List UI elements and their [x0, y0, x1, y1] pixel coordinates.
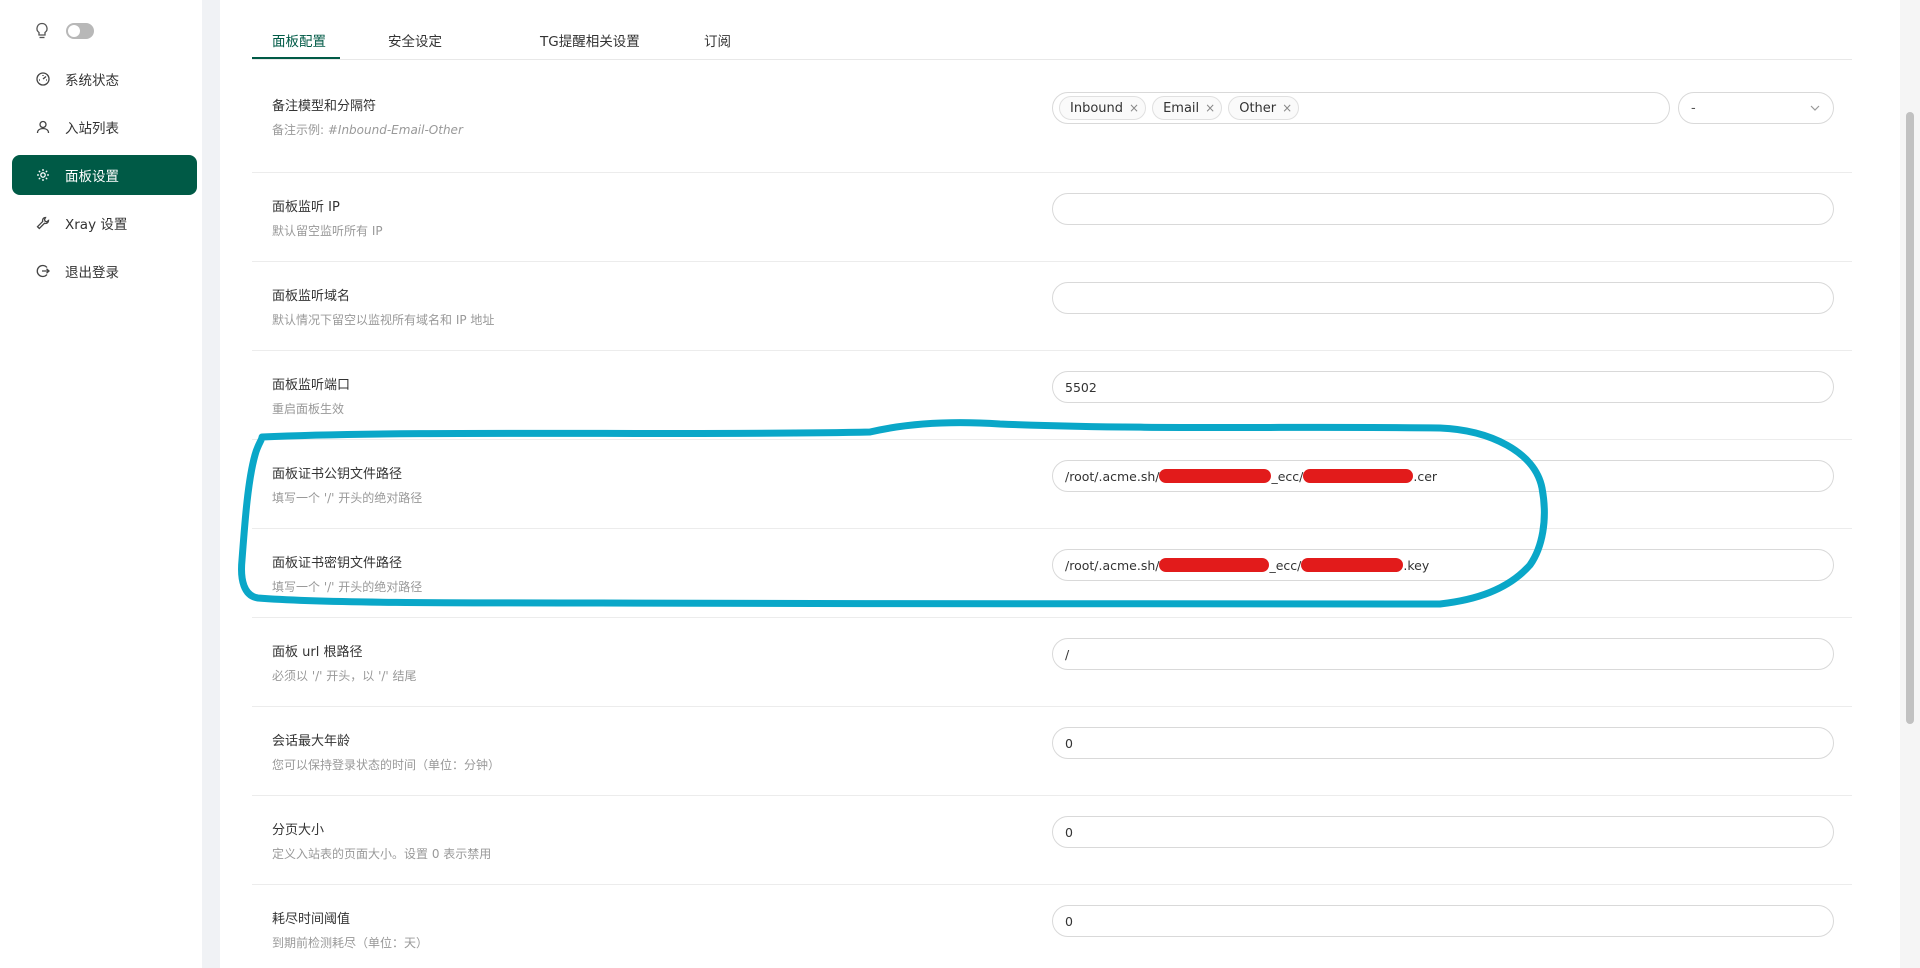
path-suffix: .key	[1403, 557, 1430, 573]
tag-other: Other ×	[1228, 96, 1300, 120]
listen-domain-input[interactable]	[1052, 282, 1834, 314]
tool-icon	[35, 215, 51, 231]
user-icon	[35, 119, 51, 135]
sidebar-item-label: 入站列表	[65, 121, 119, 137]
tag-label: Inbound	[1070, 100, 1124, 116]
sidebar-item-label: 退出登录	[65, 265, 119, 281]
setting-desc: 重启面板生效	[272, 402, 345, 416]
path-suffix: .cer	[1413, 468, 1438, 484]
desc-example: #Inbound-Email-Other	[327, 123, 463, 137]
session-age-input[interactable]: 0	[1052, 727, 1834, 759]
setting-title: 会话最大年龄	[272, 734, 351, 749]
sidebar-item-inbound-list[interactable]: 入站列表	[12, 107, 197, 147]
setting-row-listen-ip: 面板监听 IP 默认留空监听所有 IP	[252, 173, 1852, 262]
settings-list: 备注模型和分隔符 备注示例: #Inbound-Email-Other Inbo…	[252, 60, 1852, 968]
redaction-mark	[1303, 469, 1414, 483]
setting-title: 面板监听 IP	[272, 200, 340, 215]
page-size-input[interactable]: 0	[1052, 816, 1834, 848]
main-panel: 面板配置 安全设定 TG提醒相关设置 订阅 备注模型和分隔符 备注示例: #In…	[220, 0, 1900, 968]
lightbulb-icon[interactable]	[34, 22, 50, 40]
path-prefix: /root/.acme.sh/	[1065, 557, 1160, 573]
tab-telegram[interactable]: TG提醒相关设置	[540, 30, 640, 50]
setting-desc: 备注示例: #Inbound-Email-Other	[272, 121, 463, 138]
desc-prefix: 备注示例:	[272, 123, 328, 137]
setting-row-cert-key: 面板证书密钥文件路径 填写一个 '/' 开头的绝对路径 /root/.acme.…	[252, 529, 1852, 618]
setting-row-listen-domain: 面板监听域名 默认情况下留空以监视所有域名和 IP 地址	[252, 262, 1852, 351]
sidebar-nav: 系统状态 入站列表 面板设置 Xray 设置 退出登录	[12, 59, 197, 299]
port-input[interactable]: 5502	[1052, 371, 1834, 403]
redaction-mark	[1301, 558, 1404, 572]
dashboard-icon	[35, 71, 51, 87]
setting-desc: 填写一个 '/' 开头的绝对路径	[272, 491, 423, 505]
close-icon[interactable]: ×	[1129, 101, 1139, 115]
setting-title: 面板证书密钥文件路径	[272, 556, 403, 571]
setting-desc: 必须以 '/' 开头，以 '/' 结尾	[272, 669, 417, 683]
tab-security[interactable]: 安全设定	[388, 30, 442, 50]
sidebar-item-xray-settings[interactable]: Xray 设置	[12, 203, 197, 243]
tab-subscription[interactable]: 订阅	[704, 30, 731, 50]
separator-value: -	[1691, 100, 1696, 116]
listen-ip-input[interactable]	[1052, 193, 1834, 225]
redaction-mark	[1159, 558, 1270, 572]
setting-desc: 定义入站表的页面大小。设置 0 表示禁用	[272, 847, 492, 861]
setting-title: 面板监听域名	[272, 289, 351, 304]
sidebar-item-logout[interactable]: 退出登录	[12, 251, 197, 291]
setting-desc: 您可以保持登录状态的时间（单位：分钟）	[272, 758, 501, 772]
setting-desc: 默认留空监听所有 IP	[272, 224, 383, 238]
path-mid: _ecc/	[1269, 557, 1302, 573]
settings-tabs: 面板配置 安全设定 TG提醒相关设置 订阅	[252, 0, 1852, 60]
path-prefix: /root/.acme.sh/	[1065, 468, 1160, 484]
tab-panel-config[interactable]: 面板配置	[272, 30, 326, 50]
setting-title: 耗尽时间阈值	[272, 912, 351, 927]
sidebar-item-panel-settings[interactable]: 面板设置	[12, 155, 197, 195]
cert-public-path-input[interactable]: /root/.acme.sh/ _ecc/ .cer	[1052, 460, 1834, 492]
tag-label: Other	[1239, 100, 1277, 116]
close-icon[interactable]: ×	[1205, 101, 1215, 115]
path-mid: _ecc/	[1271, 468, 1304, 484]
url-base-path-input[interactable]: /	[1052, 638, 1834, 670]
scrollbar-thumb[interactable]	[1906, 112, 1914, 724]
setting-row-url-base: 面板 url 根路径 必须以 '/' 开头，以 '/' 结尾 /	[252, 618, 1852, 707]
redaction-mark	[1159, 469, 1272, 483]
sidebar-item-label: 系统状态	[65, 73, 119, 89]
sidebar-item-system-status[interactable]: 系统状态	[12, 59, 197, 99]
setting-row-expire-threshold: 耗尽时间阈值 到期前检测耗尽（单位：天） 0	[252, 885, 1852, 968]
tag-email: Email ×	[1152, 96, 1223, 120]
setting-title: 分页大小	[272, 823, 325, 838]
theme-toggle[interactable]	[66, 23, 94, 39]
setting-row-remark: 备注模型和分隔符 备注示例: #Inbound-Email-Other Inbo…	[252, 60, 1852, 173]
toggle-knob	[68, 25, 80, 37]
setting-desc: 默认情况下留空以监视所有域名和 IP 地址	[272, 313, 495, 327]
close-icon[interactable]: ×	[1282, 101, 1292, 115]
tag-inbound: Inbound ×	[1059, 96, 1147, 120]
setting-title: 面板 url 根路径	[272, 645, 363, 660]
sidebar-item-label: 面板设置	[65, 169, 119, 185]
setting-row-page-size: 分页大小 定义入站表的页面大小。设置 0 表示禁用 0	[252, 796, 1852, 885]
setting-desc: 填写一个 '/' 开头的绝对路径	[272, 580, 423, 594]
setting-row-cert-public: 面板证书公钥文件路径 填写一个 '/' 开头的绝对路径 /root/.acme.…	[252, 440, 1852, 529]
tag-label: Email	[1163, 100, 1200, 116]
cert-key-path-input[interactable]: /root/.acme.sh/ _ecc/ .key	[1052, 549, 1834, 581]
sidebar-item-label: Xray 设置	[65, 217, 128, 233]
separator-select[interactable]: -	[1678, 92, 1834, 124]
sidebar: 系统状态 入站列表 面板设置 Xray 设置 退出登录	[0, 0, 202, 968]
active-tab-indicator	[252, 57, 340, 59]
expire-threshold-input[interactable]: 0	[1052, 905, 1834, 937]
logout-icon	[35, 263, 51, 279]
setting-desc: 到期前检测耗尽（单位：天）	[272, 936, 429, 950]
setting-title: 面板证书公钥文件路径	[272, 467, 403, 482]
remark-model-select[interactable]: Inbound × Email × Other ×	[1052, 92, 1670, 124]
setting-title: 面板监听端口	[272, 378, 351, 393]
setting-row-port: 面板监听端口 重启面板生效 5502	[252, 351, 1852, 440]
setting-title: 备注模型和分隔符	[272, 99, 377, 114]
theme-controls	[34, 22, 94, 40]
chevron-down-icon	[1809, 102, 1821, 118]
gear-icon	[35, 167, 51, 183]
setting-row-session-age: 会话最大年龄 您可以保持登录状态的时间（单位：分钟） 0	[252, 707, 1852, 796]
